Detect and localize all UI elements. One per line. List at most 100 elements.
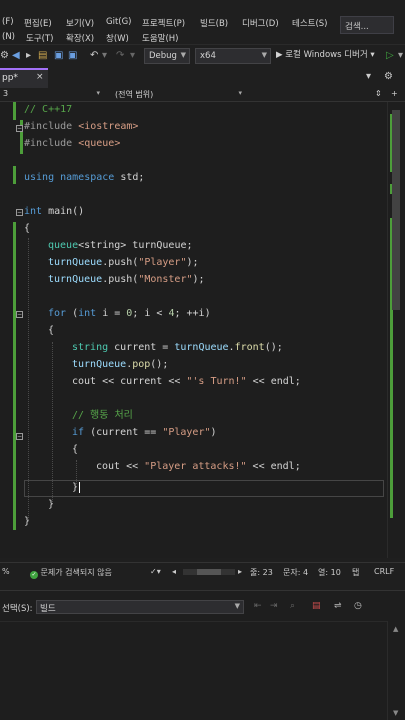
menu-bar: (F) 편집(E) 보기(V) Git(G) 프로젝트(P) 빌드(B) 디버그… [0,0,405,44]
line-number[interactable]: 줄: 23 [250,567,273,578]
menu-tools[interactable]: 도구(T) [26,32,53,44]
more-icon[interactable]: ▾ [398,50,403,62]
back-icon[interactable]: ◀ [12,50,20,62]
platform-dropdown[interactable]: x64 ▼ [195,48,271,64]
text-cursor [79,482,81,493]
redo-dropdown-icon[interactable]: ▾ [130,50,135,62]
code-text: (current == [84,427,163,438]
code-text: ); [186,257,199,268]
code-keyword: int [78,308,97,319]
issues-indicator[interactable]: ✓ 문제가 검색되지 않음 [30,567,112,579]
settings-icon[interactable]: ⚙ [0,50,9,62]
search-box[interactable]: 검색... [340,16,394,34]
tab-bar: pp* × ▾ ⚙ [0,68,405,88]
code-text: ); [192,274,205,285]
code-text: <string> turnQueue; [78,240,193,251]
fold-toggle-icon[interactable]: − [16,125,23,132]
close-icon[interactable]: × [36,72,44,82]
code-header: <iostream> [78,121,139,132]
vertical-scrollbar[interactable] [387,102,405,558]
code-text: .push( [102,274,139,285]
menu-edit[interactable]: 편집(E) [24,17,52,29]
scroll-right-icon[interactable]: ▸ [238,567,242,576]
scrollbar-thumb[interactable] [197,569,221,575]
toolbar: ⚙ ◀ ▸ ▤ ▣ ▣ ↶ ▾ ↷ ▾ Debug ▼ x64 ▼ ▶ 로컬 W… [0,44,405,66]
scroll-down-icon[interactable]: ▼ [393,709,398,717]
code-line: } [72,480,81,496]
menu-file[interactable]: (F) [2,17,14,27]
change-bar [13,102,16,120]
undo-dropdown-icon[interactable]: ▾ [102,50,107,62]
add-icon[interactable]: + [388,88,401,101]
menu-window-n[interactable]: (N) [2,32,15,42]
code-type: queue [48,240,79,251]
save-icon[interactable]: ▣ [54,50,63,62]
split-icon[interactable]: ⇕ [372,88,385,101]
fold-toggle-icon[interactable]: − [16,311,23,318]
char-number[interactable]: 문자: 4 [283,567,308,578]
scroll-up-icon[interactable]: ▲ [393,625,398,633]
output-text-area[interactable] [0,621,387,720]
vertical-scrollbar[interactable]: ▲ ▼ [387,621,405,720]
tab-source-file[interactable]: pp* × [0,68,48,88]
column-number[interactable]: 열: 10 [318,567,341,578]
code-comment: // 행동 처리 [72,410,133,421]
scope-dropdown[interactable]: (전역 범위) ▾ [112,88,244,101]
code-variable: turnQueue [174,342,229,353]
code-line: #include <iostream> [24,119,138,135]
word-wrap-icon[interactable]: ⇌ [334,601,342,611]
menu-git[interactable]: Git(G) [106,17,132,27]
zoom-level[interactable]: % [2,567,10,576]
menu-extensions[interactable]: 확장(X) [66,32,94,44]
code-preprocessor: #include [24,121,73,132]
indent-mode[interactable]: 탭 [352,567,359,578]
code-line: // C++17 [24,102,72,118]
code-brace: { [72,444,79,455]
menu-test[interactable]: 테스트(S) [292,17,328,29]
line-ending[interactable]: CRLF [374,567,394,576]
menu-window[interactable]: 창(W) [106,32,129,44]
new-file-icon[interactable]: ▤ [38,50,47,62]
goto-prev-icon[interactable]: ⇤ [254,601,262,611]
output-source-dropdown[interactable]: 빌드 ▼ [36,600,244,614]
horizontal-scrollbar[interactable] [183,569,235,575]
code-keyword: if [72,427,85,438]
undo-icon[interactable]: ↶ [90,50,98,62]
clock-icon[interactable]: ◷ [354,601,362,611]
run-debugger-button[interactable]: ▶ 로컬 Windows 디버거 ▾ [276,49,375,61]
settings-icon[interactable]: ⚙ [384,71,393,82]
brush-icon[interactable]: ✓▾ [150,567,161,576]
code-text: << endl; [246,376,301,387]
menu-help[interactable]: 도움말(H) [142,32,178,44]
redo-icon[interactable]: ↷ [116,50,124,62]
menu-view[interactable]: 보기(V) [66,17,94,29]
code-text: ) [210,427,217,438]
menu-project[interactable]: 프로젝트(P) [142,17,185,29]
code-line: } [48,497,54,513]
output-source-label: 선택(S): [2,604,33,614]
goto-next-icon[interactable]: ⇥ [270,601,278,611]
code-string: "Monster" [138,274,193,285]
scroll-left-icon[interactable]: ◂ [172,567,176,576]
change-bar [13,166,16,184]
save-all-icon[interactable]: ▣ [68,50,77,62]
code-comment: // C++17 [24,104,73,115]
project-dropdown[interactable]: 3 ▾ [0,88,102,101]
code-keyword: using namespace [24,172,115,183]
clear-all-icon[interactable]: ▤ [312,601,321,611]
code-editor[interactable]: − − − − // C++17 #include <iostream> #in… [0,102,405,558]
scrollbar-thumb[interactable] [392,110,400,310]
fold-toggle-icon[interactable]: − [16,209,23,216]
code-brace: { [24,223,31,234]
tab-list-icon[interactable]: ▾ [366,71,371,82]
menu-debug[interactable]: 디버그(D) [242,17,279,29]
code-text: cout << [96,461,145,472]
run-no-debug-icon[interactable]: ▷ [386,50,394,62]
forward-icon[interactable]: ▸ [26,50,31,62]
find-icon[interactable]: ⌕ [290,601,295,611]
fold-toggle-icon[interactable]: − [16,433,23,440]
code-text: i = [96,308,127,319]
config-value: Debug [149,51,177,61]
config-dropdown[interactable]: Debug ▼ [144,48,190,64]
menu-build[interactable]: 빌드(B) [200,17,228,29]
